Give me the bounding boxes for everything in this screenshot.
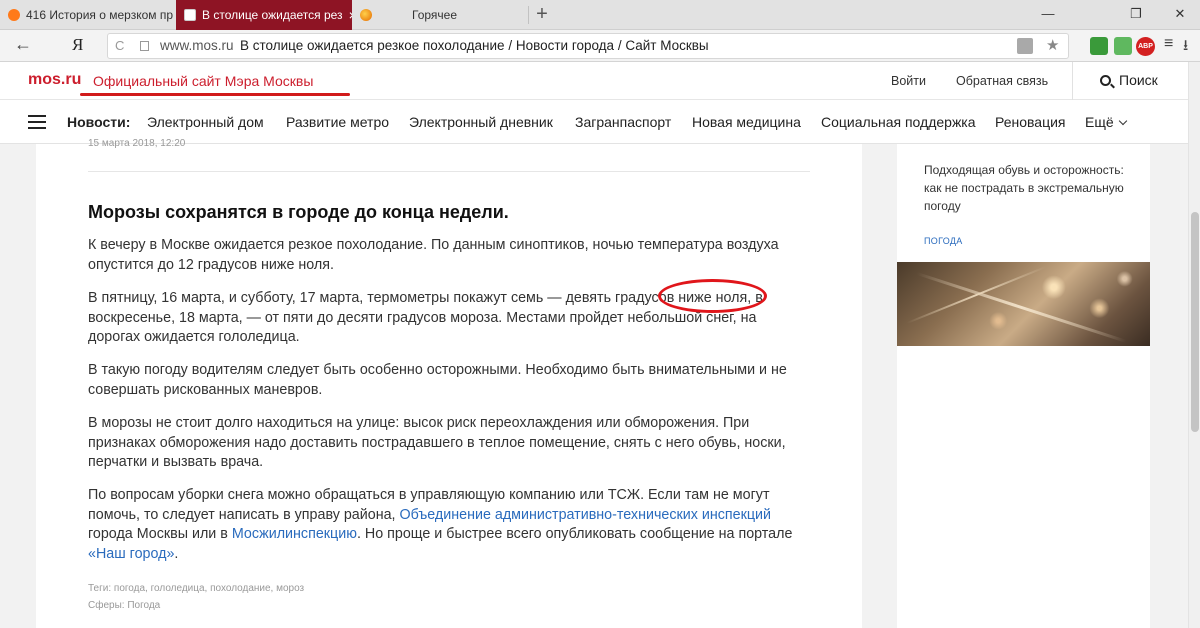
tab-pikabu[interactable]: 416 История о мерзком пр [0,0,176,30]
paragraph-text: . Но проще и быстрее всего опубликовать … [356,526,793,542]
annotation-circle [658,279,767,313]
nav-item-renovation[interactable]: Реновация [995,114,1066,130]
tab-close-icon[interactable]: × [343,7,352,23]
nav-item-medicine[interactable]: Новая медицина [692,114,801,130]
oati-link[interactable]: Объединение административно-технических … [400,507,772,523]
extension-shield-icon[interactable] [1090,37,1108,55]
mayor-site-link[interactable]: Официальный сайт Мэра Москвы [93,73,313,89]
mosgilinspection-link[interactable]: Мосжилинспекцию [232,526,357,542]
url-domain: www.mos.ru [160,38,234,53]
article-card: 15 марта 2018, 12:20 Морозы сохранятся в… [36,138,862,628]
back-arrow-icon[interactable]: ← [14,34,32,55]
mos-favicon-icon [184,9,196,21]
paragraph-text: города Москвы или в [88,526,232,542]
nav-more-button[interactable]: Ещё [1085,114,1127,130]
search-label: Поиск [1119,72,1158,88]
article-paragraph: В морозы не стоит долго находиться на ул… [88,415,786,470]
reader-mode-icon[interactable] [1017,38,1033,54]
feedback-link[interactable]: Обратная связь [956,74,1048,88]
hamburger-menu-icon[interactable] [28,115,46,129]
nav-item-passport[interactable]: Загранпаспорт [575,114,671,130]
article-tags: Теги: погода, гололедица, похолодание, м… [88,583,305,594]
tab-label: 416 История о мерзком пр [26,8,174,22]
reload-icon[interactable]: C [115,34,124,58]
url-page-title: В столице ожидается резкое похолодание /… [240,38,709,53]
article-paragraph: К вечеру в Москве ожидается резкое похол… [88,237,779,273]
hot-favicon-icon [360,9,372,21]
nav-item-social[interactable]: Социальная поддержка [821,114,976,130]
address-bar-row: ← Я C www.mos.ru В столице ожидается рез… [0,30,1200,62]
frost-branch-image[interactable] [897,262,1150,346]
tab-separator [528,6,529,24]
minimize-icon[interactable]: — [1028,0,1068,30]
paragraph-text: . [174,545,179,562]
url-field[interactable]: C www.mos.ru В столице ожидается резкое … [107,33,1069,59]
search-button[interactable]: Поиск [1100,72,1158,88]
restore-icon[interactable]: ❐ [1116,0,1156,30]
adblock-icon[interactable]: ABP [1136,37,1155,56]
nav-title: Новости: [67,114,131,130]
site-logo[interactable]: mos.ru [28,71,81,89]
related-news-tag[interactable]: ПОГОДА [924,236,963,246]
login-link[interactable]: Войти [891,74,926,88]
browser-tab-bar: 416 История о мерзком пр В столице ожида… [0,0,1200,30]
chevron-down-icon [1118,116,1127,126]
annotation-underline [80,93,350,96]
nav-item-diary[interactable]: Электронный дневник [409,114,553,130]
nash-gorod-link[interactable]: «Наш город» [88,546,174,562]
nav-item-electronic-home[interactable]: Электронный дом [147,114,264,130]
browser-menu-icon[interactable]: ≡ [1164,35,1173,53]
downloads-icon[interactable]: ⭳ [1183,35,1188,60]
article-spheres: Сферы: Погода [88,600,161,611]
new-tab-button[interactable]: + [532,3,552,27]
tab-mos-active[interactable]: В столице ожидается рез × [176,0,352,30]
related-news-title[interactable]: Подходящая обувь и осторожность: как не … [924,161,1139,215]
page-scrollbar[interactable] [1188,62,1200,628]
related-news-card[interactable]: Подходящая обувь и осторожность: как не … [897,144,1150,628]
page-icon [140,41,149,51]
nav-more-label: Ещё [1085,114,1114,130]
article-headline: Морозы сохранятся в городе до конца неде… [88,202,509,222]
divider [1072,62,1073,100]
article-paragraph: В такую погоду водителям следует быть ос… [88,362,787,398]
tab-hot[interactable]: Горячее [352,0,528,30]
yandex-logo[interactable]: Я [72,35,83,55]
pikabu-favicon-icon [8,9,20,21]
scrollbar-thumb[interactable] [1191,212,1199,432]
tab-label: В столице ожидается рез [202,8,343,22]
bookmark-star-icon[interactable]: ★ [1046,34,1059,58]
tab-label: Горячее [412,8,458,22]
nav-item-metro[interactable]: Развитие метро [286,114,389,130]
extension-download-icon[interactable] [1114,37,1132,55]
close-window-icon[interactable]: ✕ [1160,0,1200,30]
article-paragraph-links: По вопросам уборки снега можно обращатьс… [88,486,810,564]
divider [88,171,810,172]
article-date: 15 марта 2018, 12:20 [88,138,186,149]
search-icon [1100,74,1111,86]
